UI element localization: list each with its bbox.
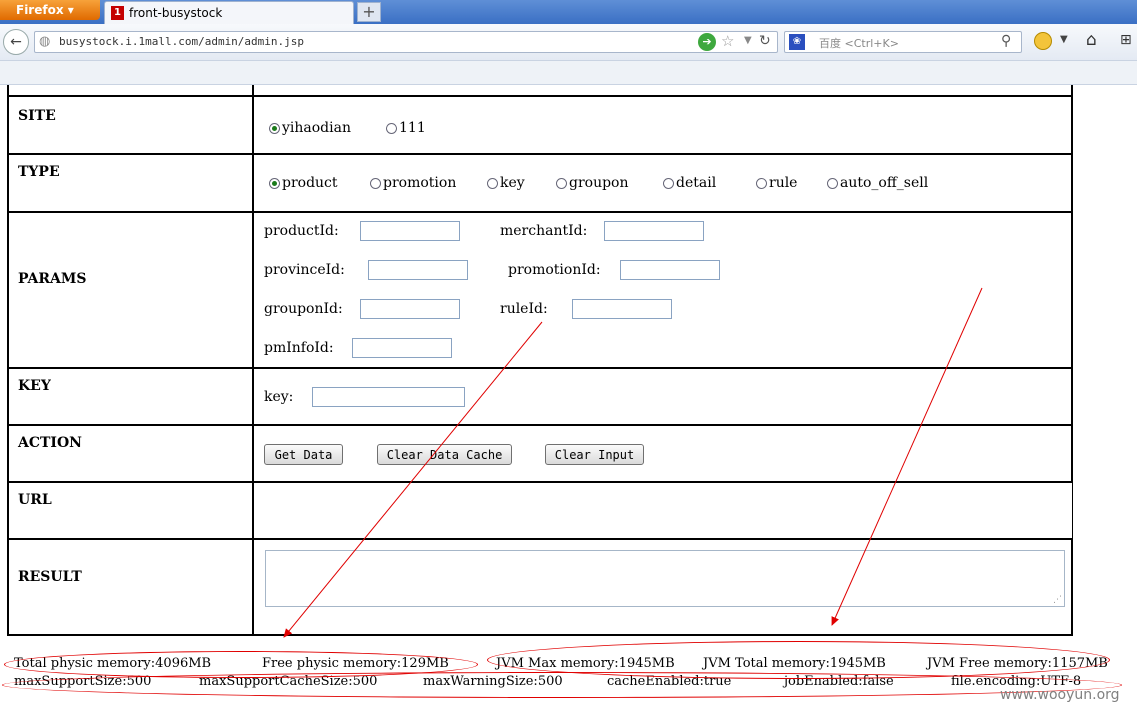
annotation-arrows <box>283 287 983 638</box>
annotation-arrow-right <box>831 287 983 626</box>
annotation-arrow-left <box>283 321 543 638</box>
watermark-text: www.wooyun.org <box>1000 687 1120 703</box>
